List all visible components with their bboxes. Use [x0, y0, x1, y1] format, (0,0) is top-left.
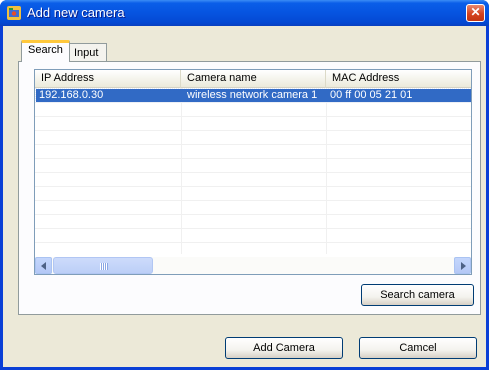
table-row[interactable]: 192.168.0.30 wireless network camera 1 0…	[35, 88, 471, 103]
tab-search[interactable]: Search	[21, 40, 70, 62]
cell-camera-name: wireless network camera 1	[187, 89, 318, 101]
gridline	[35, 228, 471, 229]
cancel-button[interactable]: Camcel	[359, 337, 477, 359]
close-button[interactable]: ✕	[466, 4, 485, 22]
close-icon: ✕	[470, 5, 481, 19]
gridline	[181, 88, 182, 254]
search-camera-button[interactable]: Search camera	[361, 284, 474, 306]
tab-input[interactable]: Input	[67, 43, 107, 63]
gridline	[35, 102, 471, 103]
add-camera-button[interactable]: Add Camera	[225, 337, 343, 359]
scroll-right-button[interactable]	[454, 257, 471, 274]
list-header: IP Address Camera name MAC Address	[35, 70, 471, 88]
arrow-left-icon	[41, 262, 46, 270]
gridline	[35, 130, 471, 131]
camera-app-icon	[7, 6, 21, 20]
column-header-camera-name[interactable]: Camera name	[181, 70, 326, 88]
gridline	[35, 186, 471, 187]
gridline	[35, 214, 471, 215]
gridline	[35, 242, 471, 243]
title-bar[interactable]: Add new camera ✕	[0, 0, 489, 26]
window-title: Add new camera	[27, 5, 125, 20]
gridline	[35, 116, 471, 117]
arrow-right-icon	[461, 262, 466, 270]
gridline	[35, 200, 471, 201]
list-body: 192.168.0.30 wireless network camera 1 0…	[35, 88, 471, 254]
column-header-mac[interactable]: MAC Address	[326, 70, 471, 88]
tab-search-label: Search	[28, 44, 63, 56]
scroll-left-button[interactable]	[35, 257, 52, 274]
dialog-client-area: Search Input IP Address Camera name MAC …	[3, 26, 486, 367]
tab-input-label: Input	[74, 47, 99, 59]
scroll-thumb[interactable]	[53, 257, 153, 274]
gridline	[35, 172, 471, 173]
column-header-ip[interactable]: IP Address	[35, 70, 181, 88]
gridline	[326, 88, 327, 254]
horizontal-scrollbar[interactable]	[35, 257, 471, 274]
gridline	[35, 144, 471, 145]
camera-list[interactable]: IP Address Camera name MAC Address 192.1…	[34, 69, 472, 275]
dialog-window: Add new camera ✕ Search Input IP Address…	[0, 0, 489, 370]
search-tab-panel: IP Address Camera name MAC Address 192.1…	[18, 61, 481, 315]
gridline	[35, 158, 471, 159]
grip-icon	[100, 263, 108, 270]
cell-mac-address: 00 ff 00 05 21 01	[330, 89, 413, 101]
cell-ip-address: 192.168.0.30	[39, 89, 104, 101]
